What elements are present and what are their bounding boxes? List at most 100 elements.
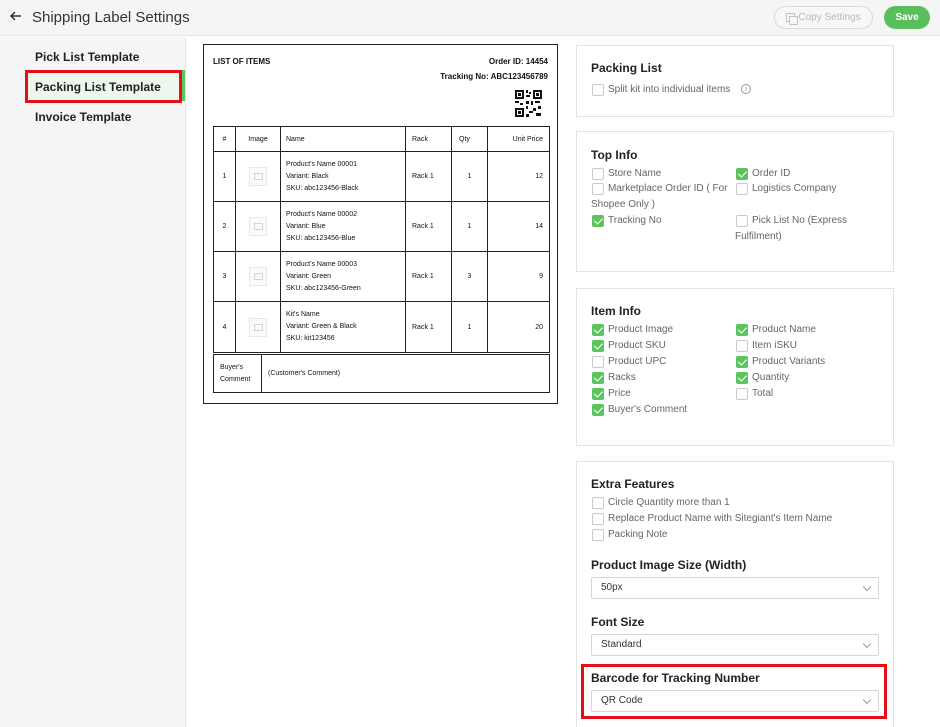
row-image-cell <box>236 152 281 201</box>
table-row: 2 Product's Name 00002 Variant: Blue SKU… <box>214 202 549 252</box>
sidebar-item-invoice[interactable]: Invoice Template <box>35 110 131 124</box>
product-image-label: Product Image <box>608 324 674 335</box>
col-rack-header: Rack <box>406 127 452 151</box>
packing-note-label: Packing Note <box>608 529 668 540</box>
packing-list-title: Packing List <box>591 61 662 75</box>
buyers-comment-label: Buyer's Comment <box>608 404 688 415</box>
chevron-down-icon <box>862 639 872 649</box>
product-name-checkbox[interactable] <box>736 324 748 336</box>
col-number-header: # <box>214 127 236 151</box>
item-info-panel: Item Info Product Image Product SKU Prod… <box>576 288 894 446</box>
item-isku-checkbox[interactable] <box>736 340 748 352</box>
racks-checkbox[interactable] <box>592 372 604 384</box>
table-row: 1 Product's Name 00001 Variant: Black SK… <box>214 152 549 202</box>
packing-note-checkbox[interactable] <box>592 529 604 541</box>
tracking-no-checkbox[interactable] <box>592 215 604 227</box>
sidebar-item-pick-list[interactable]: Pick List Template <box>35 50 139 64</box>
no-image-icon <box>249 317 267 337</box>
replace-product-name-label: Replace Product Name with Sitegiant's It… <box>608 513 833 524</box>
logistics-company-checkbox[interactable] <box>736 183 748 195</box>
save-button[interactable]: Save <box>884 6 930 29</box>
row-rack: Rack 1 <box>406 202 452 251</box>
buyers-comment-checkbox[interactable] <box>592 404 604 416</box>
row-qty: 3 <box>452 252 488 301</box>
page-title: Shipping Label Settings <box>32 9 190 26</box>
info-icon[interactable]: i <box>741 84 751 94</box>
split-kit-checkbox[interactable] <box>592 84 604 96</box>
price-label: Price <box>608 388 631 399</box>
font-size-select[interactable]: Standard <box>591 634 879 656</box>
item-info-title: Item Info <box>591 304 641 318</box>
row-price: 12 <box>535 173 543 180</box>
top-bar: Shipping Label Settings Copy Settings Sa… <box>0 0 940 36</box>
racks-label: Racks <box>608 372 636 383</box>
circle-quantity-label: Circle Quantity more than 1 <box>608 497 730 508</box>
store-name-checkbox[interactable] <box>592 168 604 180</box>
product-image-checkbox[interactable] <box>592 324 604 336</box>
top-info-panel: Top Info Store Name Order ID Marketplace… <box>576 131 894 272</box>
row-price: 14 <box>535 223 543 230</box>
row-sku: SKU: abc123456-Green <box>286 284 361 292</box>
item-isku-label: Item iSKU <box>752 340 798 351</box>
split-kit-label: Split kit into individual items <box>608 84 731 95</box>
copy-settings-label: Copy Settings <box>798 12 861 23</box>
row-variant: Variant: Black <box>286 172 329 180</box>
row-variant: Variant: Green & Black <box>286 323 357 330</box>
total-checkbox[interactable] <box>736 388 748 400</box>
product-variants-label: Product Variants <box>752 356 826 367</box>
row-number: 1 <box>214 152 236 201</box>
row-number: 4 <box>214 302 236 352</box>
circle-quantity-checkbox[interactable] <box>592 497 604 509</box>
marketplace-order-id-checkbox[interactable] <box>592 183 604 195</box>
row-name-cell: Kit's Name Variant: Green & Black SKU: k… <box>281 302 406 352</box>
row-rack: Rack 1 <box>406 152 452 201</box>
product-variants-checkbox[interactable] <box>736 356 748 368</box>
replace-product-name-checkbox[interactable] <box>592 513 604 525</box>
font-size-value: Standard <box>601 639 642 650</box>
quantity-checkbox[interactable] <box>736 372 748 384</box>
product-sku-checkbox[interactable] <box>592 340 604 352</box>
preview-order-id: Order ID: 14454 <box>488 57 548 66</box>
image-size-label: Product Image Size (Width) <box>591 558 747 572</box>
row-variant: Variant: Blue <box>286 222 326 230</box>
product-upc-checkbox[interactable] <box>592 356 604 368</box>
comment-label-line1: Buyer's <box>220 363 244 371</box>
row-rack: Rack 1 <box>406 302 452 352</box>
packing-list-panel: Packing List Split kit into individual i… <box>576 45 894 117</box>
row-product-name: Product's Name 00001 <box>286 160 357 168</box>
template-sidebar: Pick List Template Packing List Template… <box>0 37 186 727</box>
comment-label-line2: Comment <box>220 375 251 383</box>
row-sku: SKU: kit123456 <box>286 335 335 342</box>
copy-settings-button[interactable]: Copy Settings <box>774 6 873 29</box>
row-number: 2 <box>214 202 236 251</box>
row-product-name: Product's Name 00002 <box>286 210 357 218</box>
image-size-select[interactable]: 50px <box>591 577 879 599</box>
order-id-checkbox[interactable] <box>736 168 748 180</box>
preview-items-table: # Image Name Rack Qty Unit Price 1 Produ… <box>213 126 550 353</box>
pick-list-no-checkbox[interactable] <box>736 215 748 227</box>
row-price: 20 <box>535 323 543 331</box>
order-id-label: Order ID <box>752 168 791 179</box>
no-image-icon <box>249 167 267 186</box>
store-name-label: Store Name <box>608 168 662 179</box>
marketplace-order-id-label-line1: Marketplace Order ID ( For <box>608 183 728 194</box>
row-name-cell: Product's Name 00003 Variant: Green SKU:… <box>281 252 406 301</box>
logistics-company-label: Logistics Company <box>752 183 837 194</box>
preview-buyer-comment: Buyer's Comment (Customer's Comment) <box>213 354 550 393</box>
no-image-icon <box>249 267 267 286</box>
row-name-cell: Product's Name 00001 Variant: Black SKU:… <box>281 152 406 201</box>
back-arrow-svg <box>9 11 21 21</box>
back-arrow-icon[interactable] <box>9 9 25 27</box>
comment-label-cell: Buyer's Comment <box>214 355 262 392</box>
row-product-name: Kit's Name <box>286 311 320 318</box>
row-name-cell: Product's Name 00002 Variant: Blue SKU: … <box>281 202 406 251</box>
packing-list-preview: LIST OF ITEMS Order ID: 14454 Tracking N… <box>203 44 558 404</box>
col-image-header: Image <box>236 127 281 151</box>
font-size-label: Font Size <box>591 615 645 629</box>
preview-list-title: LIST OF ITEMS <box>213 57 271 66</box>
preview-tracking-no: Tracking No: ABC123456789 <box>440 72 548 81</box>
pick-list-no-label-line2: Fulfilment) <box>735 231 782 242</box>
col-name-header: Name <box>281 127 406 151</box>
row-sku: SKU: abc123456-Black <box>286 184 359 192</box>
price-checkbox[interactable] <box>592 388 604 400</box>
